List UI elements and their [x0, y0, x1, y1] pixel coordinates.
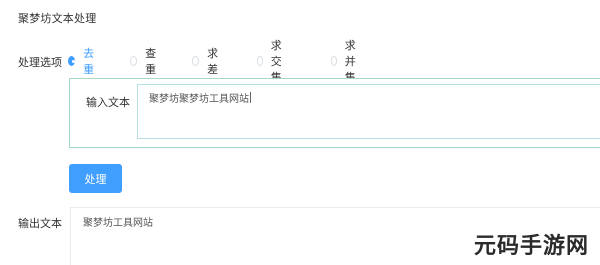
text-caret: [250, 92, 251, 103]
radio-unchecked-icon: [192, 56, 200, 66]
radio-unchecked-icon: [130, 56, 138, 66]
process-button[interactable]: 处理: [69, 164, 122, 193]
radio-unchecked-icon: [331, 56, 337, 66]
output-label: 输出文本: [18, 217, 62, 230]
radio-intersection[interactable]: 求交集: [257, 39, 286, 84]
radio-check-duplicates[interactable]: 查重: [130, 47, 159, 76]
radio-union[interactable]: 求并集: [331, 39, 360, 84]
input-textarea[interactable]: 聚梦坊聚梦坊工具网站: [137, 84, 600, 139]
options-label: 处理选项: [18, 56, 62, 69]
watermark-logo: 元码手游网: [474, 234, 590, 259]
radio-label: 去重: [83, 47, 95, 76]
page-title: 聚梦坊文本处理: [18, 12, 97, 25]
radio-difference[interactable]: 求差: [192, 47, 221, 76]
input-text: 聚梦坊聚梦坊工具网站: [149, 94, 249, 105]
radio-label: 求差: [207, 47, 219, 76]
radio-unchecked-icon: [257, 56, 263, 66]
radio-checked-icon: [68, 56, 76, 66]
output-text: 聚梦坊工具网站: [83, 218, 153, 229]
radio-dedupe[interactable]: 去重: [68, 47, 97, 76]
input-label: 输入文本: [86, 96, 130, 109]
radio-label: 查重: [145, 47, 157, 76]
text-processor-page: 聚梦坊文本处理 处理选项 去重 查重 求差 求交集 求并集 输入文本 聚梦坊聚梦…: [0, 0, 600, 265]
